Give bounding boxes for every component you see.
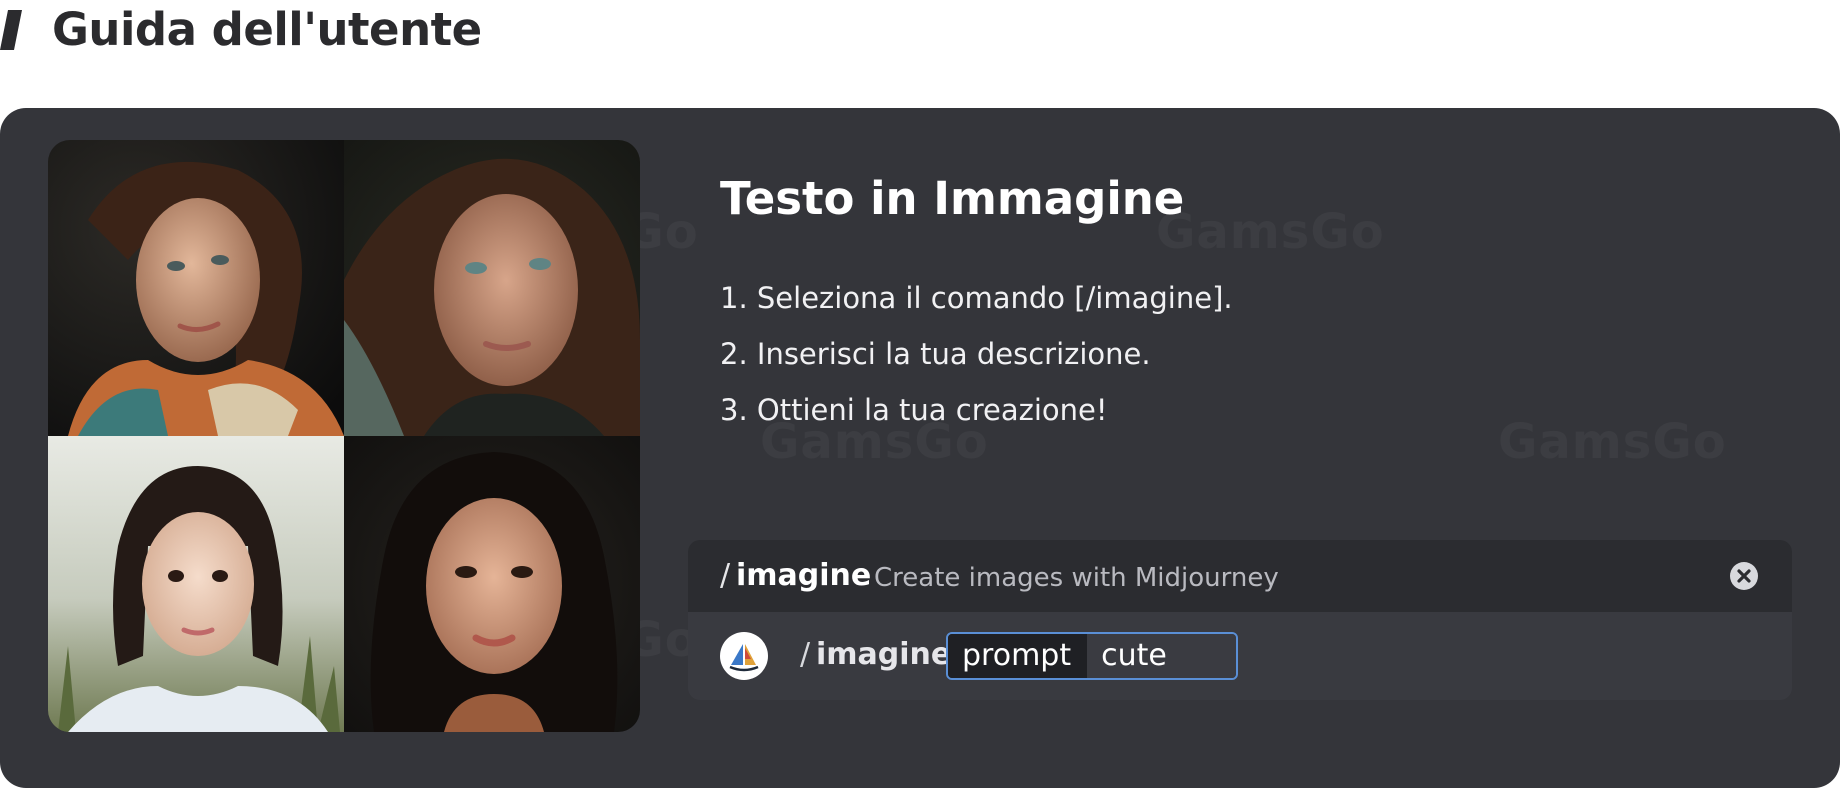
guide-card: GamsGo GamsGo GamsGo GamsGo GamsGo GamsG… bbox=[0, 108, 1840, 788]
prompt-option-label: prompt bbox=[948, 634, 1088, 678]
command-description: Create images with Midjourney bbox=[874, 563, 1279, 593]
step-3: 3. Ottieni la tua creazione! bbox=[720, 393, 1108, 427]
step-2: 2. Inserisci la tua descrizione. bbox=[720, 337, 1151, 371]
prompt-field[interactable]: prompt cute girl bbox=[946, 632, 1238, 680]
command-input-row[interactable]: / imagine prompt cute girl bbox=[688, 612, 1792, 700]
command-name: imagine bbox=[736, 558, 872, 593]
command-panel: / imagine Create images with Midjourney … bbox=[688, 540, 1792, 700]
midjourney-sailboat-icon bbox=[720, 632, 768, 680]
command-slash: / bbox=[720, 558, 731, 593]
example-image-grid bbox=[48, 140, 640, 732]
step-1: 1. Seleziona il comando [/imagine]. bbox=[720, 281, 1233, 315]
prompt-input[interactable]: cute girl bbox=[1087, 634, 1236, 678]
slash-icon bbox=[0, 10, 22, 50]
watermark: GamsGo bbox=[1156, 204, 1385, 260]
input-command-name: imagine bbox=[816, 637, 952, 672]
example-portrait-3 bbox=[48, 436, 344, 732]
close-icon[interactable] bbox=[1730, 562, 1758, 590]
command-suggestion[interactable]: / imagine Create images with Midjourney bbox=[688, 540, 1792, 612]
example-portrait-1 bbox=[48, 140, 344, 436]
section-title: Testo in Immagine bbox=[720, 172, 1185, 225]
input-slash: / bbox=[800, 637, 811, 672]
page-title: Guida dell'utente bbox=[52, 3, 482, 56]
example-portrait-2 bbox=[344, 140, 640, 436]
page-header: Guida dell'utente bbox=[0, 0, 1840, 60]
example-portrait-4 bbox=[344, 436, 640, 732]
watermark: GamsGo bbox=[1498, 414, 1727, 470]
